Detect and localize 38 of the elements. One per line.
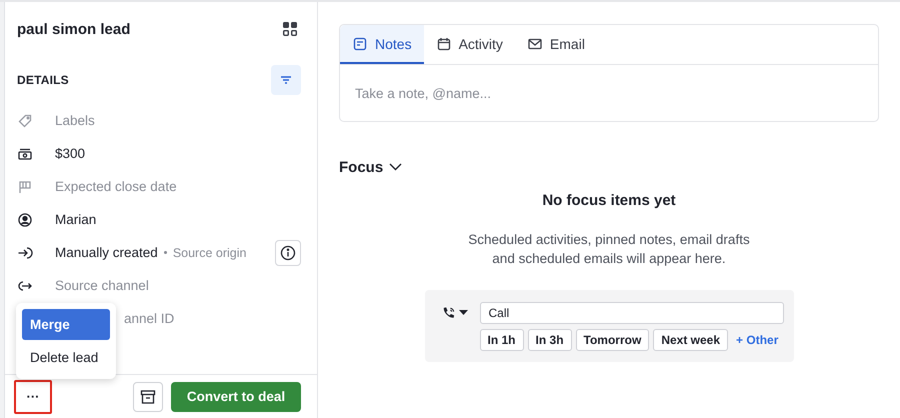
empty-description: Scheduled activities, pinned notes, email drafts and scheduled emails will appear here.	[467, 231, 751, 268]
calendar-icon	[436, 36, 452, 52]
convert-button[interactable]: Convert to deal	[171, 382, 301, 412]
field-value[interactable]: $300	[55, 146, 86, 161]
tab[interactable]: Activity	[424, 25, 515, 64]
filter-icon	[280, 75, 292, 85]
subject-field[interactable]: Call	[480, 302, 784, 324]
tag-icon	[17, 112, 33, 128]
chevron-down-icon[interactable]	[389, 163, 402, 171]
note-icon	[352, 36, 368, 52]
separator-dot	[164, 251, 167, 254]
info-button[interactable]	[275, 240, 301, 266]
caret-icon	[458, 310, 468, 316]
info-icon	[280, 244, 296, 260]
menu-item[interactable]: Delete lead	[22, 342, 110, 373]
empty-title: No focus items yet	[541, 192, 677, 209]
quick-date-button[interactable]: Tomorrow	[576, 329, 650, 351]
quick-date-button[interactable]: In 3h	[528, 329, 572, 351]
flag-icon	[17, 178, 33, 194]
more-button[interactable]: ···	[14, 380, 52, 414]
section-title: DETAILS	[17, 73, 69, 87]
field-hint: Source origin	[172, 246, 246, 260]
tab[interactable]: Notes	[340, 25, 424, 64]
field-value[interactable]: Manually created	[55, 245, 158, 260]
archive-button[interactable]	[133, 382, 163, 412]
quick-date-button[interactable]: In 1h	[480, 329, 524, 351]
tab[interactable]: Email	[514, 25, 597, 64]
quick-date-button[interactable]: Next week	[653, 329, 728, 351]
archive-icon	[140, 388, 156, 404]
other-link[interactable]: + Other	[736, 333, 778, 347]
note-field[interactable]: Take a note, @name...	[339, 65, 879, 122]
section-title: Focus	[339, 158, 384, 176]
field-value[interactable]: Marian	[55, 212, 96, 227]
menu-item[interactable]: Merge	[22, 309, 110, 340]
arrow-in-icon	[17, 244, 33, 260]
lead-title: paul simon lead	[17, 20, 130, 38]
grid-icon[interactable]	[283, 22, 297, 36]
person-icon	[17, 212, 33, 228]
